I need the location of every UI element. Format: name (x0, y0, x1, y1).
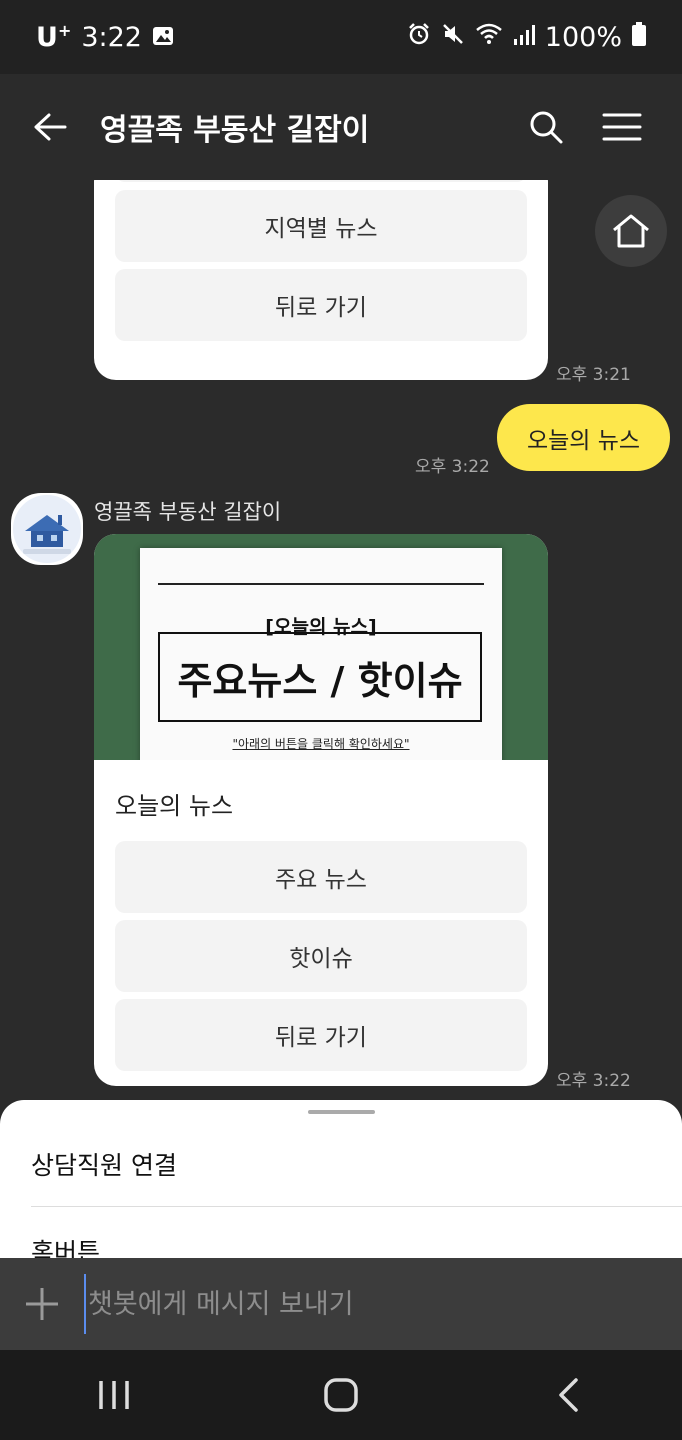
newspaper-image: [오늘의 뉴스] 주요뉴스 / 핫이슈 "아래의 버튼을 클릭해 확인하세요" (140, 548, 502, 760)
gallery-notification-icon (152, 22, 174, 53)
mute-icon (441, 22, 465, 53)
thumbnail-subtitle: "아래의 버튼을 클릭해 확인하세요" (232, 737, 410, 751)
recent-apps-icon (98, 1381, 129, 1409)
sheet-divider (31, 1206, 682, 1207)
quick-reply-agent[interactable]: 상담직원 연결 (31, 1146, 177, 1182)
battery-icon (632, 21, 646, 53)
previous-menu-card: 지역별 뉴스 뒤로 가기 (94, 180, 548, 380)
back-button[interactable] (0, 74, 100, 180)
plus-icon (26, 1288, 58, 1320)
house-logo-icon (13, 495, 81, 563)
battery-percent: 100% (544, 21, 622, 53)
bot-avatar[interactable] (11, 493, 83, 565)
carrier-label: U+ (36, 21, 72, 53)
regional-news-button[interactable]: 지역별 뉴스 (115, 190, 527, 262)
home-nav-icon (324, 1378, 358, 1412)
attach-button[interactable] (0, 1258, 84, 1350)
wifi-icon (475, 22, 503, 53)
home-nav-button[interactable] (281, 1350, 401, 1440)
hamburger-menu-icon (602, 113, 642, 141)
alarm-icon (407, 22, 431, 53)
thumbnail-headline: 주요뉴스 / 핫이슈 (158, 632, 482, 722)
search-button[interactable] (508, 74, 584, 180)
bot-sender-name: 영끌족 부동산 길잡이 (94, 500, 282, 524)
news-card: [오늘의 뉴스] 주요뉴스 / 핫이슈 "아래의 버튼을 클릭해 확인하세요" … (94, 534, 548, 1086)
chat-area[interactable]: 지역별 뉴스 뒤로 가기 오후 3:21 오후 3:22 오늘의 뉴스 영끌족 … (0, 180, 682, 1100)
home-icon (613, 214, 649, 248)
message-time: 오후 3:21 (556, 365, 631, 385)
menu-button[interactable] (584, 74, 660, 180)
quick-reply-sheet: 상담직원 연결 홈버튼 (0, 1100, 682, 1260)
chat-title: 영끌족 부동산 길잡이 (100, 113, 370, 148)
sheet-drag-handle[interactable] (308, 1110, 375, 1114)
chat-header: 영끌족 부동산 길잡이 (0, 74, 682, 180)
message-time: 오후 3:22 (556, 1071, 631, 1091)
chevron-left-icon (559, 1378, 579, 1412)
system-nav-bar (0, 1350, 682, 1440)
go-back-button[interactable]: 뒤로 가기 (115, 269, 527, 341)
hot-issue-button[interactable]: 핫이슈 (115, 920, 527, 992)
message-input[interactable] (84, 1274, 682, 1334)
card-description: 오늘의 뉴스 (115, 792, 234, 820)
search-icon (530, 111, 563, 144)
main-news-button[interactable]: 주요 뉴스 (115, 841, 527, 913)
paper-divider (158, 583, 484, 585)
message-input-bar (0, 1258, 682, 1350)
status-bar: U+ 3:22 100% (0, 0, 682, 74)
news-thumbnail[interactable]: [오늘의 뉴스] 주요뉴스 / 핫이슈 "아래의 버튼을 클릭해 확인하세요" (94, 534, 548, 760)
message-time: 오후 3:22 (415, 457, 490, 477)
my-message-bubble: 오늘의 뉴스 (497, 404, 670, 471)
card-button-group: 주요 뉴스 핫이슈 뒤로 가기 (94, 841, 548, 1071)
signal-icon (513, 22, 535, 53)
home-button[interactable] (595, 195, 667, 267)
quick-reply-home[interactable]: 홈버튼 (31, 1233, 100, 1260)
arrow-left-icon (34, 113, 67, 141)
go-back-button[interactable]: 뒤로 가기 (115, 999, 527, 1071)
recent-apps-button[interactable] (54, 1350, 174, 1440)
previous-hidden-button[interactable] (115, 180, 527, 182)
back-nav-button[interactable] (508, 1350, 628, 1440)
status-time: 3:22 (81, 21, 142, 53)
